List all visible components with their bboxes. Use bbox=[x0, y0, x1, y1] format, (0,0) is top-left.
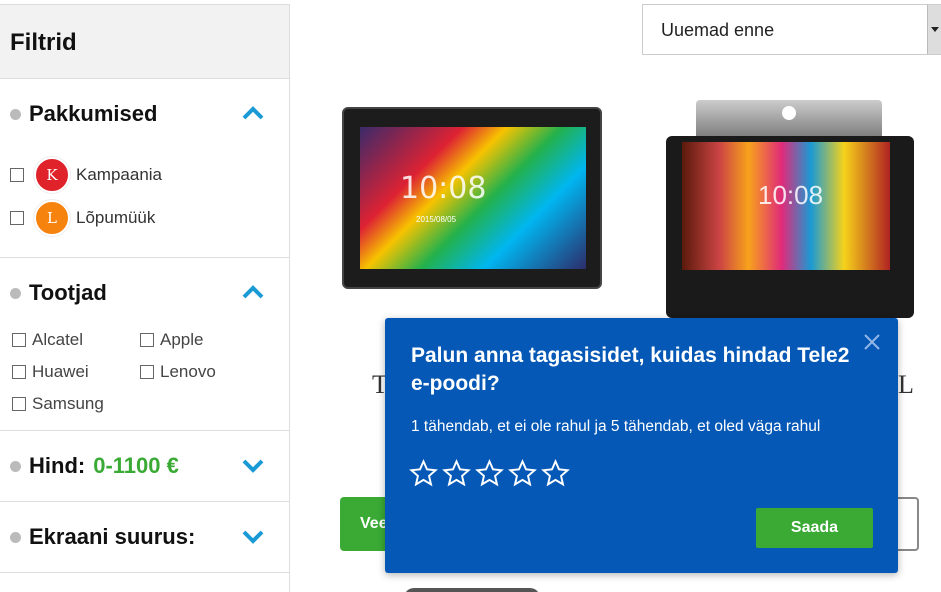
manufacturer-samsung[interactable]: Samsung bbox=[12, 394, 140, 414]
bullet-dot bbox=[10, 108, 21, 120]
section-title-manufacturers: Tootjad bbox=[29, 280, 107, 305]
filter-section-offers: Pakkumised K Kampaania L Lõpumüük bbox=[0, 79, 289, 258]
manufacturer-label: Samsung bbox=[32, 394, 104, 413]
manufacturer-label: Alcatel bbox=[32, 330, 84, 349]
star-icon[interactable] bbox=[475, 459, 504, 488]
star-icon[interactable] bbox=[442, 459, 471, 488]
offer-label-campaign: Kampaania bbox=[76, 164, 163, 184]
checkbox[interactable] bbox=[140, 333, 154, 347]
chevron-down-icon[interactable] bbox=[241, 528, 265, 544]
bullet-dot bbox=[10, 287, 21, 299]
camera-icon bbox=[782, 106, 796, 120]
product-image-partial bbox=[404, 588, 540, 592]
star-rating[interactable] bbox=[409, 459, 570, 488]
bullet-dot bbox=[10, 531, 21, 543]
bullet-dot bbox=[10, 460, 21, 472]
feedback-dialog: Palun anna tagasisidet, kuidas hindad Te… bbox=[385, 318, 898, 573]
product-image-tablet-2[interactable]: 10:08 bbox=[664, 100, 914, 318]
checkbox[interactable] bbox=[12, 333, 26, 347]
manufacturer-lenovo[interactable]: Lenovo bbox=[140, 362, 268, 382]
sort-selected-value: Uuemad enne bbox=[661, 20, 775, 40]
chevron-up-icon[interactable] bbox=[241, 284, 265, 300]
filter-section-manufacturers: Tootjad Alcatel Apple Huawei Lenovo Sams… bbox=[0, 258, 289, 431]
manufacturer-huawei[interactable]: Huawei bbox=[12, 362, 140, 382]
tablet-clock: 10:08 bbox=[400, 171, 487, 206]
checkbox[interactable] bbox=[10, 210, 24, 225]
sidebar-header: Filtrid bbox=[0, 5, 289, 79]
section-title-price: Hind: bbox=[29, 453, 86, 478]
filter-section-price: Hind: 0-1100 € bbox=[0, 431, 289, 502]
manufacturer-label: Lenovo bbox=[160, 362, 216, 381]
campaign-badge: K bbox=[34, 156, 70, 193]
section-title-screen-size: Ekraani suurus: bbox=[29, 524, 196, 549]
chevron-down-icon[interactable] bbox=[241, 457, 265, 473]
sort-select[interactable]: Uuemad enne bbox=[642, 4, 941, 55]
offer-item-campaign[interactable]: K Kampaania bbox=[10, 153, 289, 196]
checkbox[interactable] bbox=[12, 365, 26, 379]
chevron-up-icon[interactable] bbox=[241, 105, 265, 121]
star-icon[interactable] bbox=[541, 459, 570, 488]
clearance-badge: L bbox=[34, 199, 70, 236]
product-title-2[interactable]: L bbox=[898, 370, 914, 400]
close-icon[interactable] bbox=[862, 332, 882, 352]
filter-section-screen-size: Ekraani suurus: bbox=[0, 502, 289, 573]
checkbox[interactable] bbox=[10, 167, 24, 182]
manufacturer-list: Alcatel Apple Huawei Lenovo Samsung bbox=[0, 328, 289, 430]
star-icon[interactable] bbox=[508, 459, 537, 488]
checkbox[interactable] bbox=[12, 397, 26, 411]
manufacturer-alcatel[interactable]: Alcatel bbox=[12, 330, 140, 350]
tablet-date: 2015/08/05 bbox=[416, 215, 457, 224]
filters-sidebar: Filtrid Pakkumised K Kampaania L Lõpumüü… bbox=[0, 4, 290, 592]
manufacturer-label: Huawei bbox=[32, 362, 89, 381]
offer-item-clearance[interactable]: L Lõpumüük bbox=[10, 196, 289, 239]
tablet-screen: 10:08 2015/08/05 bbox=[360, 127, 586, 269]
submit-feedback-button[interactable]: Saada bbox=[756, 508, 873, 548]
feedback-description: 1 tähendab, et ei ole rahul ja 5 tähenda… bbox=[411, 418, 821, 435]
dropdown-arrow-icon[interactable] bbox=[927, 5, 941, 54]
offers-list: K Kampaania L Lõpumüük bbox=[0, 149, 289, 257]
checkbox[interactable] bbox=[140, 365, 154, 379]
star-icon[interactable] bbox=[409, 459, 438, 488]
price-range-value: 0-1100 € bbox=[93, 453, 179, 478]
feedback-question: Palun anna tagasisidet, kuidas hindad Te… bbox=[411, 344, 850, 395]
tablet-clock: 10:08 bbox=[758, 180, 824, 210]
section-title-offers: Pakkumised bbox=[29, 101, 158, 126]
manufacturer-apple[interactable]: Apple bbox=[140, 330, 268, 350]
tablet-screen: 10:08 bbox=[682, 142, 890, 270]
sidebar-title: Filtrid bbox=[10, 29, 77, 56]
manufacturer-label: Apple bbox=[160, 330, 204, 349]
offer-label-clearance: Lõpumüük bbox=[76, 207, 156, 227]
product-image-tablet-1[interactable]: 10:08 2015/08/05 bbox=[342, 107, 602, 289]
